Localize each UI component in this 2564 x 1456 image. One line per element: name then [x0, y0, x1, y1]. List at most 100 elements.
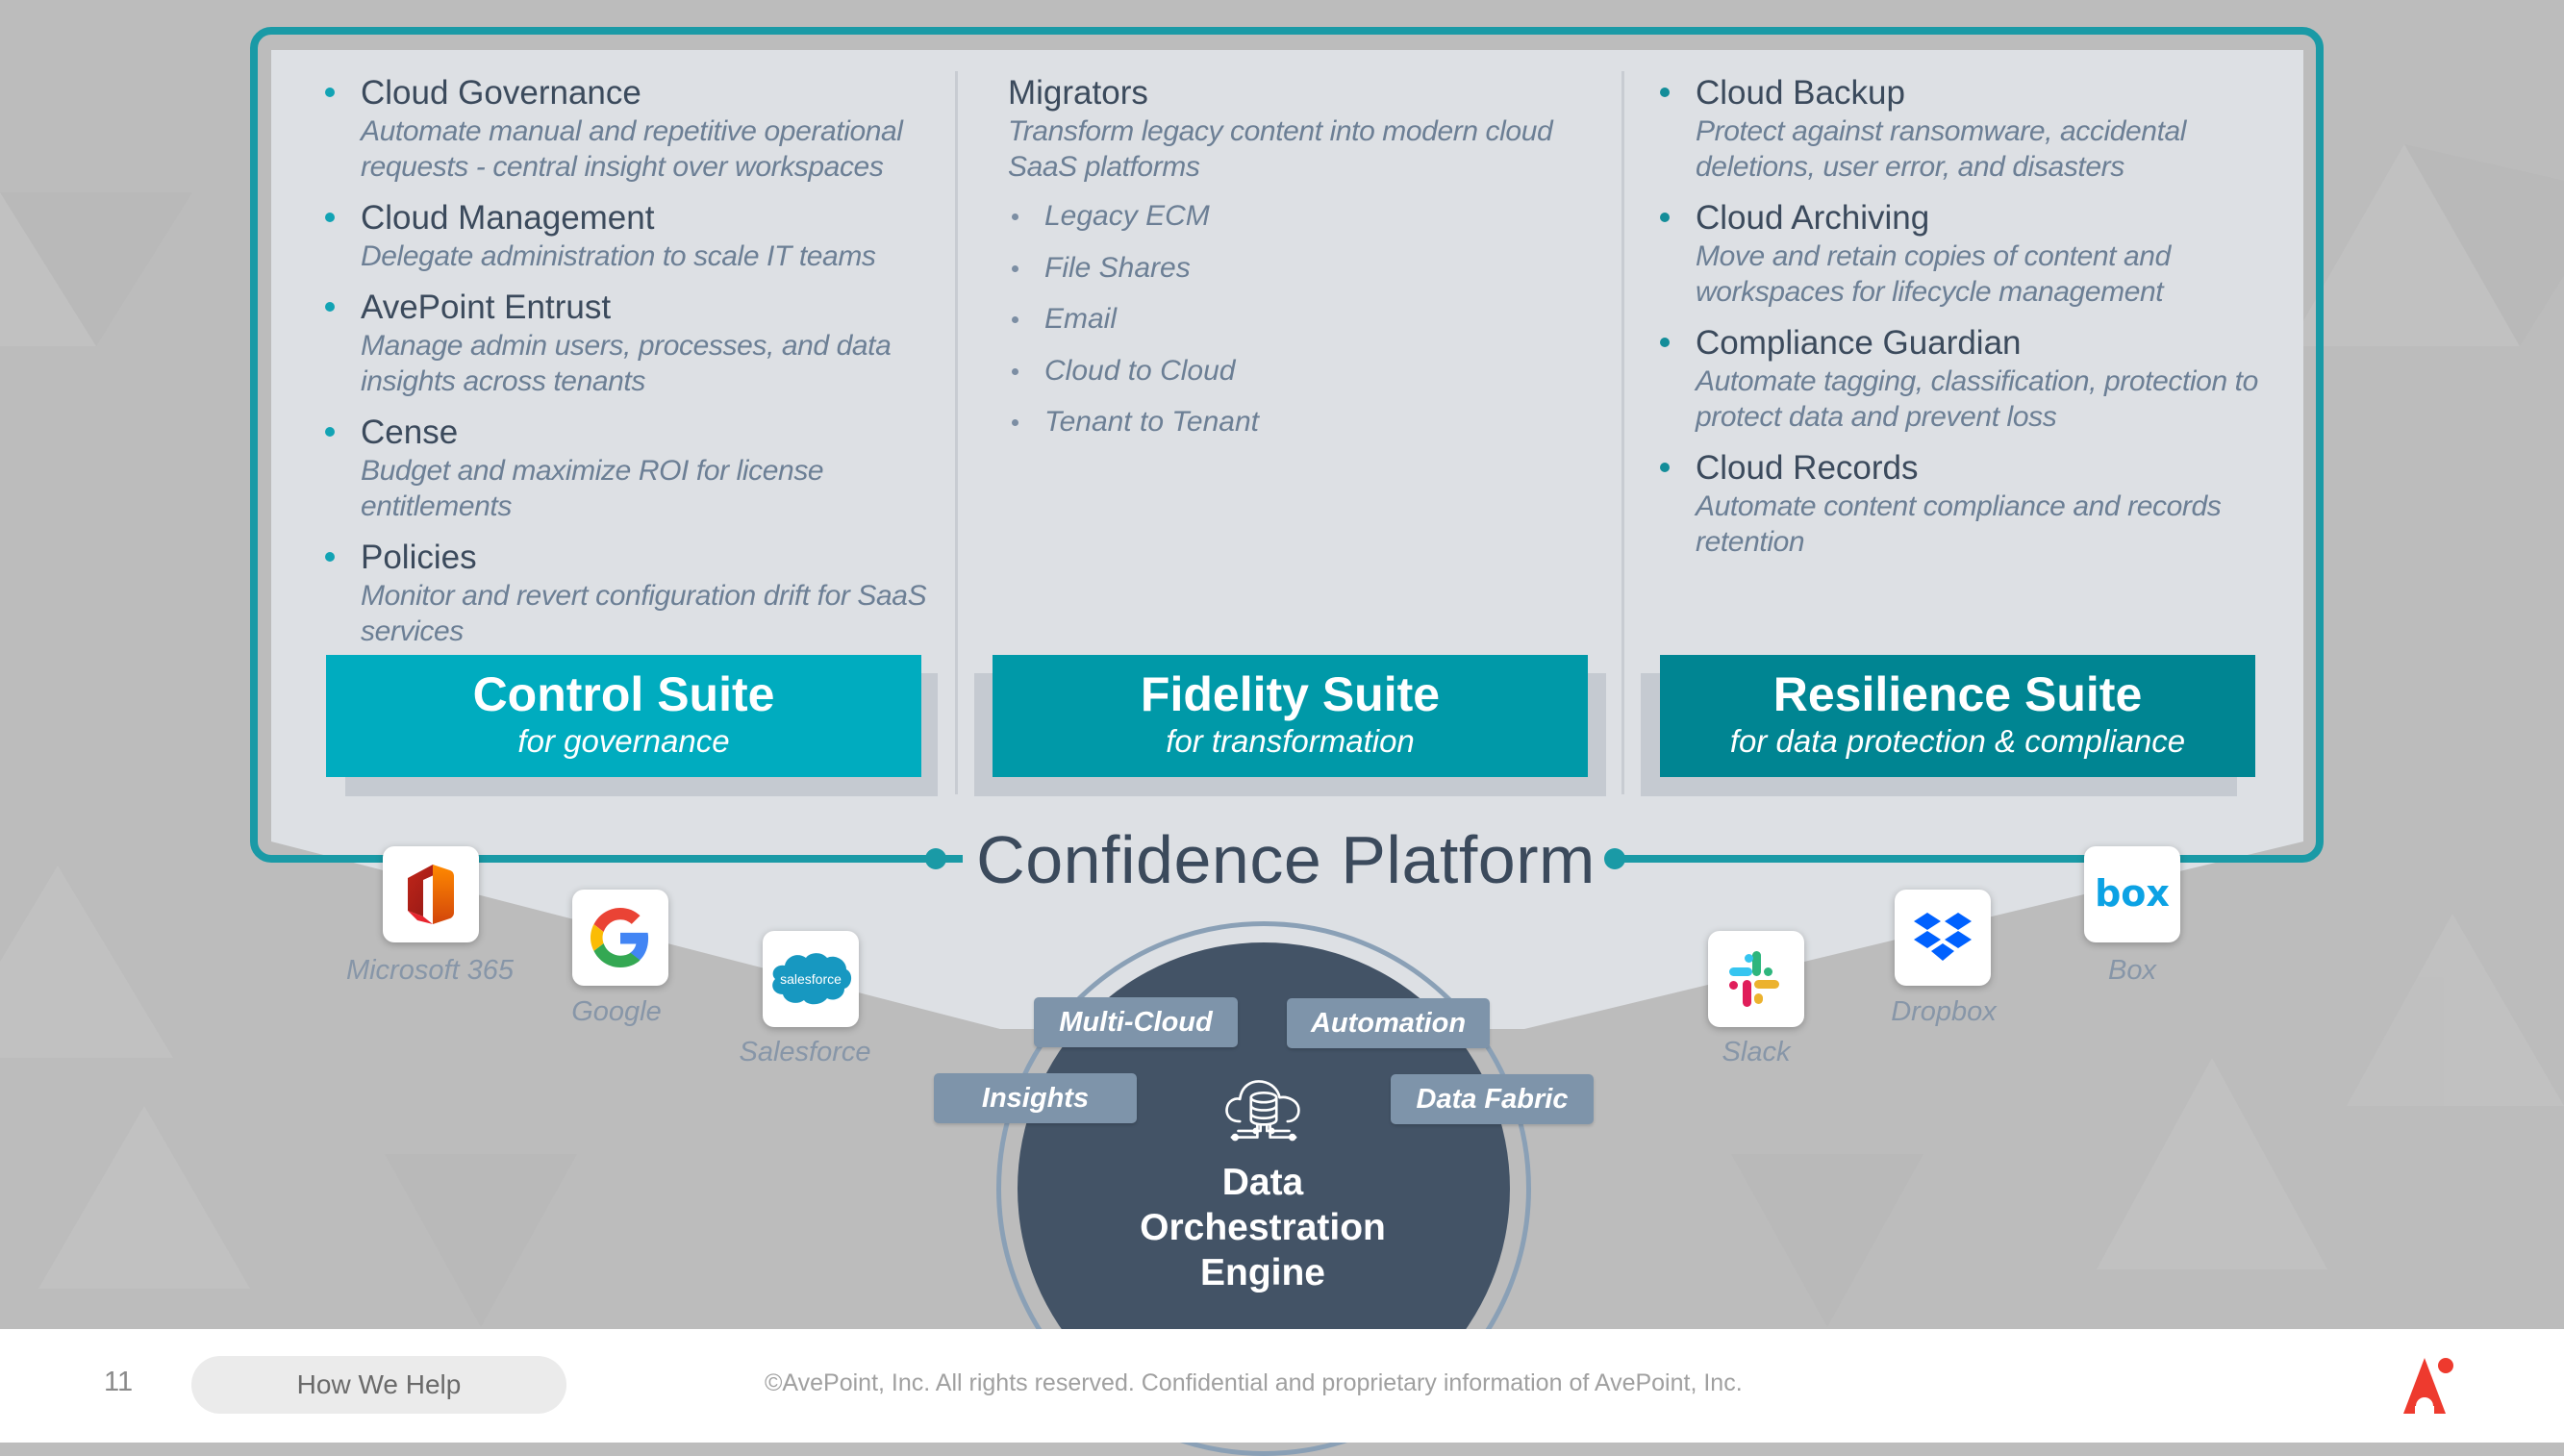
suite-name: Resilience Suite — [1772, 667, 2143, 721]
product-description: Delegate administration to scale IT team… — [361, 240, 876, 272]
bullet-icon — [1012, 367, 1018, 375]
app-dropbox[interactable] — [1895, 890, 1991, 986]
app-salesforce[interactable]: salesforce — [763, 931, 859, 1027]
bullet-icon — [325, 552, 335, 562]
tag-insights[interactable]: Insights — [934, 1073, 1137, 1123]
app-box[interactable]: box — [2084, 846, 2180, 942]
bullet-icon — [1660, 463, 1670, 472]
product-item[interactable]: Cloud Records Automate content complianc… — [1652, 448, 2277, 560]
list-item-label: Cloud to Cloud — [1044, 354, 1236, 387]
bullet-icon — [1012, 316, 1018, 323]
bullet-icon — [1660, 88, 1670, 97]
product-description: Monitor and revert configuration drift f… — [361, 580, 927, 647]
product-description: Automate tagging, classification, protec… — [1696, 365, 2258, 433]
engine-label-line: Engine — [1199, 1252, 1325, 1293]
suite-subtitle: for data protection & compliance — [1729, 723, 2186, 759]
control-suite-products: Cloud Governance Automate manual and rep… — [317, 73, 933, 663]
resilience-suite-products: Cloud Backup Protect against ransomware,… — [1652, 73, 2277, 573]
cloud-database-icon — [1225, 1080, 1300, 1142]
product-title: Cloud Records — [1696, 449, 1919, 487]
list-item-label: File Shares — [1044, 251, 1191, 284]
app-label: Google — [571, 996, 662, 1027]
list-item-label: Legacy ECM — [1044, 200, 1210, 232]
tag-multi-cloud[interactable]: Multi-Cloud — [1034, 997, 1238, 1047]
google-icon — [591, 908, 649, 967]
copyright-text: ©AvePoint, Inc. All rights reserved. Con… — [765, 1369, 1743, 1396]
product-item[interactable]: Policies Monitor and revert configuratio… — [317, 538, 933, 649]
app-label: Slack — [1722, 1037, 1791, 1067]
list-item: Legacy ECM — [1008, 198, 1604, 250]
app-slack[interactable] — [1708, 931, 1804, 1027]
bullet-icon — [1012, 213, 1018, 220]
dropbox-icon — [1914, 913, 1972, 961]
product-item[interactable]: Cloud Governance Automate manual and rep… — [317, 73, 933, 185]
column-divider — [1621, 71, 1624, 794]
product-title: Cloud Management — [361, 199, 655, 237]
app-label: Dropbox — [1891, 996, 1997, 1027]
control-suite-box[interactable]: Control Suite for governance — [326, 655, 921, 777]
list-item-label: Tenant to Tenant — [1044, 406, 1259, 438]
resilience-suite-box[interactable]: Resilience Suite for data protection & c… — [1660, 655, 2255, 777]
list-item-label: Email — [1044, 303, 1118, 335]
product-title: Cense — [361, 414, 459, 451]
product-description: Manage admin users, processes, and data … — [361, 330, 892, 397]
page-number: 11 — [104, 1367, 134, 1397]
product-item[interactable]: Cloud Backup Protect against ransomware,… — [1652, 73, 2277, 185]
tag-automation[interactable]: Automation — [1287, 998, 1490, 1048]
product-description: Automate content compliance and records … — [1696, 490, 2222, 558]
section-tab-how-we-help[interactable]: How We Help — [191, 1356, 566, 1414]
bullet-icon — [1660, 338, 1670, 347]
suite-subtitle: for transformation — [1166, 723, 1415, 759]
salesforce-icon: salesforce — [772, 953, 852, 1005]
avepoint-logo-icon — [2403, 1358, 2453, 1415]
product-title: Cloud Governance — [361, 74, 641, 112]
app-microsoft-365[interactable] — [383, 846, 479, 942]
bullet-icon — [1012, 419, 1018, 426]
box-icon: box — [2095, 873, 2170, 915]
list-item: File Shares — [1008, 250, 1604, 302]
list-item: Tenant to Tenant — [1008, 404, 1604, 456]
product-title: Cloud Backup — [1696, 74, 1905, 112]
fidelity-suite-products: Migrators Transform legacy content into … — [1008, 73, 1604, 456]
product-description: Protect against ransomware, accidental d… — [1696, 115, 2187, 183]
app-google[interactable] — [572, 890, 668, 986]
product-item[interactable]: AvePoint Entrust Manage admin users, pro… — [317, 288, 933, 399]
fidelity-suite-box[interactable]: Fidelity Suite for transformation — [993, 655, 1588, 777]
slack-icon — [1729, 951, 1779, 1007]
product-title: Cloud Archiving — [1696, 199, 1930, 237]
product-title: Policies — [361, 539, 477, 576]
connector-dot-right — [1604, 848, 1625, 869]
product-item[interactable]: Cense Budget and maximize ROI for licens… — [317, 413, 933, 524]
product-title[interactable]: Migrators — [1008, 73, 1604, 113]
product-description: Move and retain copies of content and wo… — [1696, 240, 2171, 308]
product-item[interactable]: Compliance Guardian Automate tagging, cl… — [1652, 323, 2277, 435]
salesforce-logo-text: salesforce — [780, 971, 842, 987]
connector-dot-left — [925, 848, 946, 869]
column-divider — [955, 71, 958, 794]
platform-title-text: Confidence Platform — [963, 822, 1609, 897]
migration-sources-list: Legacy ECM File Shares Email Cloud to Cl… — [1008, 198, 1604, 456]
engine-label: Data Orchestration Engine — [1022, 1160, 1503, 1295]
engine-label-line: Orchestration — [1140, 1207, 1386, 1248]
list-item: Email — [1008, 301, 1604, 353]
microsoft-365-icon — [408, 865, 454, 924]
bullet-icon — [325, 302, 335, 312]
product-title: AvePoint Entrust — [361, 289, 612, 326]
product-description: Automate manual and repetitive operation… — [361, 115, 903, 183]
product-title: Compliance Guardian — [1696, 324, 2022, 362]
bullet-icon — [325, 213, 335, 222]
product-description: Budget and maximize ROI for license enti… — [361, 455, 824, 522]
suite-name: Control Suite — [472, 667, 775, 721]
product-item[interactable]: Cloud Archiving Move and retain copies o… — [1652, 198, 2277, 310]
suite-subtitle: for governance — [517, 723, 730, 759]
product-item[interactable]: Cloud Management Delegate administration… — [317, 198, 933, 274]
app-label: Microsoft 365 — [345, 955, 515, 986]
bullet-icon — [325, 427, 335, 437]
product-description: Transform legacy content into modern clo… — [1008, 115, 1553, 183]
box-logo-text: box — [2095, 873, 2170, 915]
tag-data-fabric[interactable]: Data Fabric — [1391, 1074, 1594, 1124]
bullet-icon — [325, 88, 335, 97]
app-label: Salesforce — [739, 1037, 871, 1067]
bullet-icon — [1012, 264, 1018, 272]
list-item: Cloud to Cloud — [1008, 353, 1604, 405]
